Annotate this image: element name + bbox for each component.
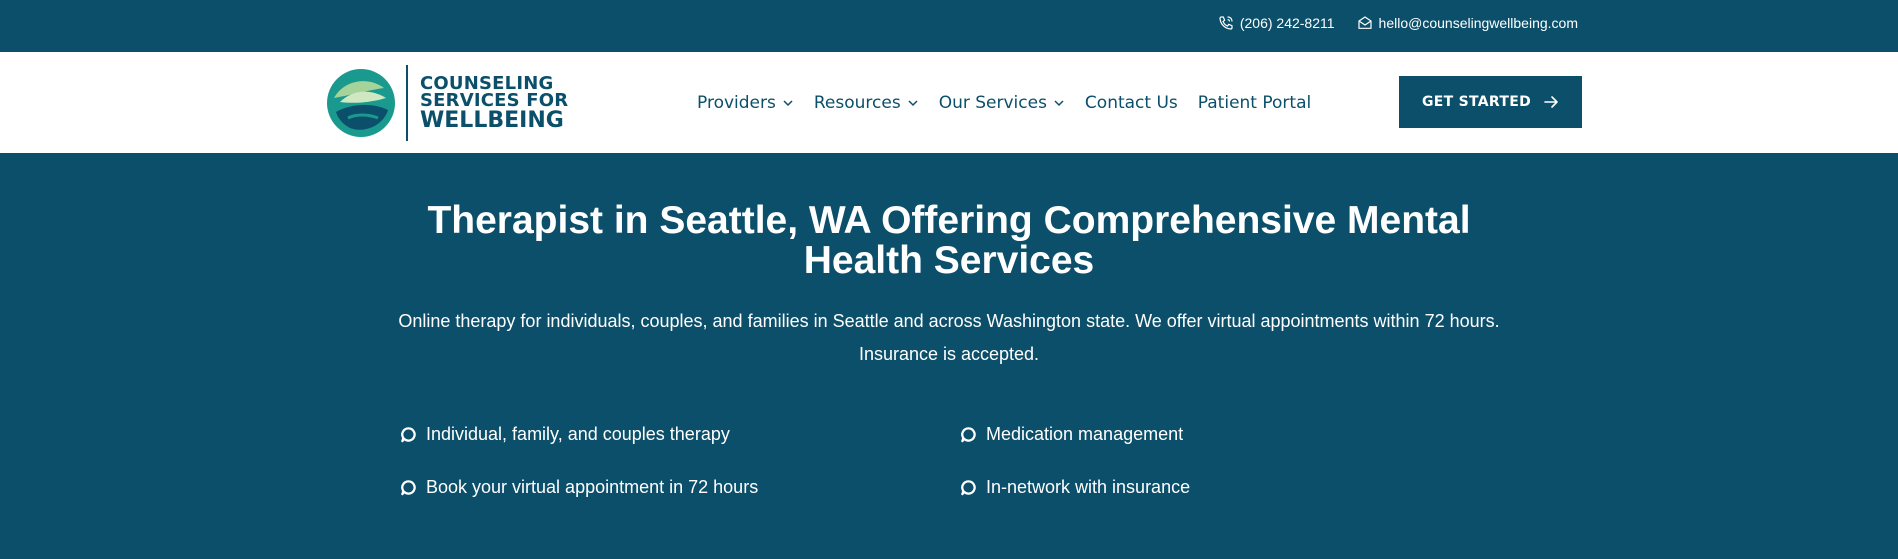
arrow-right-icon — [1544, 96, 1558, 108]
envelope-icon — [1357, 15, 1372, 29]
nav-label: Resources — [813, 92, 901, 113]
feature-text: In-network with insurance — [986, 477, 1191, 497]
speech-bubble-icon — [961, 480, 976, 496]
feature-item: Medication management — [960, 421, 1360, 448]
email-link[interactable]: hello@counselingwellbeing.com — [1357, 15, 1578, 31]
hero-title-line-2: Health Services — [803, 239, 1095, 282]
phone-link[interactable]: (206) 242-8211 — [1218, 15, 1335, 31]
nav-label: Patient Portal — [1197, 92, 1312, 113]
nav-item-patient-portal[interactable]: Patient Portal — [1188, 93, 1321, 113]
hero-subtitle: Online therapy for individuals, couples,… — [0, 305, 1898, 371]
logo-leaf-icon — [327, 69, 395, 137]
nav-label: Our Services — [938, 92, 1047, 113]
feature-item: Book your virtual appointment in 72 hour… — [400, 474, 960, 501]
hero-subtitle-line-2: Insurance is accepted. — [858, 344, 1040, 364]
contact-info: (206) 242-8211 hello@counselingwellbeing… — [1218, 0, 1578, 45]
feature-text: Individual, family, and couples therapy — [426, 424, 730, 444]
hero-section: Therapist in Seattle, WA Offering Compre… — [0, 153, 1898, 559]
speech-bubble-icon — [401, 480, 416, 496]
feature-item: In-network with insurance — [960, 474, 1360, 501]
feature-list: Individual, family, and couples therapy … — [400, 421, 1360, 501]
get-started-label: GET STARTED — [1421, 94, 1532, 110]
chevron-down-icon — [1054, 99, 1064, 106]
nav-label: Contact Us — [1084, 92, 1178, 113]
hero-title: Therapist in Seattle, WA Offering Compre… — [0, 201, 1898, 281]
chevron-down-icon — [908, 99, 918, 106]
phone-number: (206) 242-8211 — [1239, 14, 1335, 31]
feature-text: Book your virtual appointment in 72 hour… — [426, 477, 759, 497]
get-started-button[interactable]: GET STARTED — [1399, 76, 1582, 128]
speech-bubble-icon — [401, 427, 416, 443]
feature-item: Individual, family, and couples therapy — [400, 421, 960, 448]
main-navigation: Providers Resources Our Services Contact… — [697, 52, 1321, 153]
site-logo[interactable]: COUNSELING SERVICES FOR WELLBEING — [326, 63, 568, 143]
phone-icon — [1219, 15, 1233, 30]
hero-title-line-1: Therapist in Seattle, WA Offering Compre… — [427, 199, 1471, 242]
top-contact-bar: (206) 242-8211 hello@counselingwellbeing… — [0, 0, 1898, 52]
nav-item-contact-us[interactable]: Contact Us — [1075, 93, 1188, 113]
hero-subtitle-line-1: Online therapy for individuals, couples,… — [398, 311, 1500, 331]
nav-label: Providers — [697, 92, 776, 113]
nav-item-our-services[interactable]: Our Services — [929, 93, 1075, 113]
logo-line-3: WELLBEING — [420, 107, 564, 133]
logo-divider — [406, 65, 408, 141]
nav-item-providers[interactable]: Providers — [697, 93, 804, 113]
email-address: hello@counselingwellbeing.com — [1378, 14, 1578, 31]
nav-item-resources[interactable]: Resources — [804, 93, 929, 113]
speech-bubble-icon — [961, 427, 976, 443]
chevron-down-icon — [783, 99, 793, 106]
site-header: COUNSELING SERVICES FOR WELLBEING Provid… — [0, 52, 1898, 153]
logo-wordmark: COUNSELING SERVICES FOR WELLBEING — [420, 74, 568, 133]
feature-text: Medication management — [986, 424, 1184, 444]
